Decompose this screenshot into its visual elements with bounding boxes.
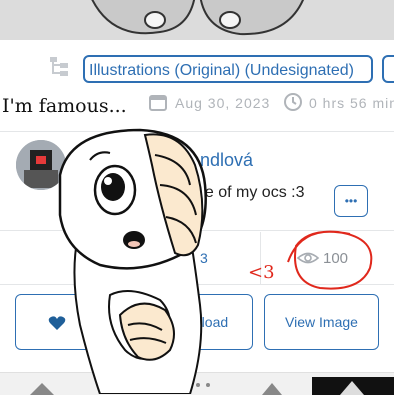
view-image-label: View Image: [285, 314, 358, 330]
sitemap-icon: [50, 57, 68, 76]
header-image-banner[interactable]: [0, 0, 394, 40]
header-image-art: [0, 0, 394, 40]
eye-icon: [296, 252, 320, 264]
doodle-heart-text: <3: [248, 262, 275, 283]
character-doodle: [58, 128, 207, 394]
view-image-button[interactable]: View Image: [264, 294, 379, 350]
view-count: 100: [323, 250, 349, 267]
post-duration: 0 hrs 56 min: [309, 95, 394, 111]
category-tag-overflow[interactable]: [382, 55, 394, 83]
post-date: Aug 30, 2023: [175, 95, 271, 111]
category-tag[interactable]: Illustrations (Original) (Undesignated): [83, 55, 373, 83]
more-options-button[interactable]: •••: [334, 185, 368, 217]
tag-row: Illustrations (Original) (Undesignated): [0, 45, 394, 95]
handwritten-note: I'm famous...: [2, 95, 127, 117]
clock-icon: [284, 93, 302, 111]
calendar-icon: [149, 95, 167, 111]
